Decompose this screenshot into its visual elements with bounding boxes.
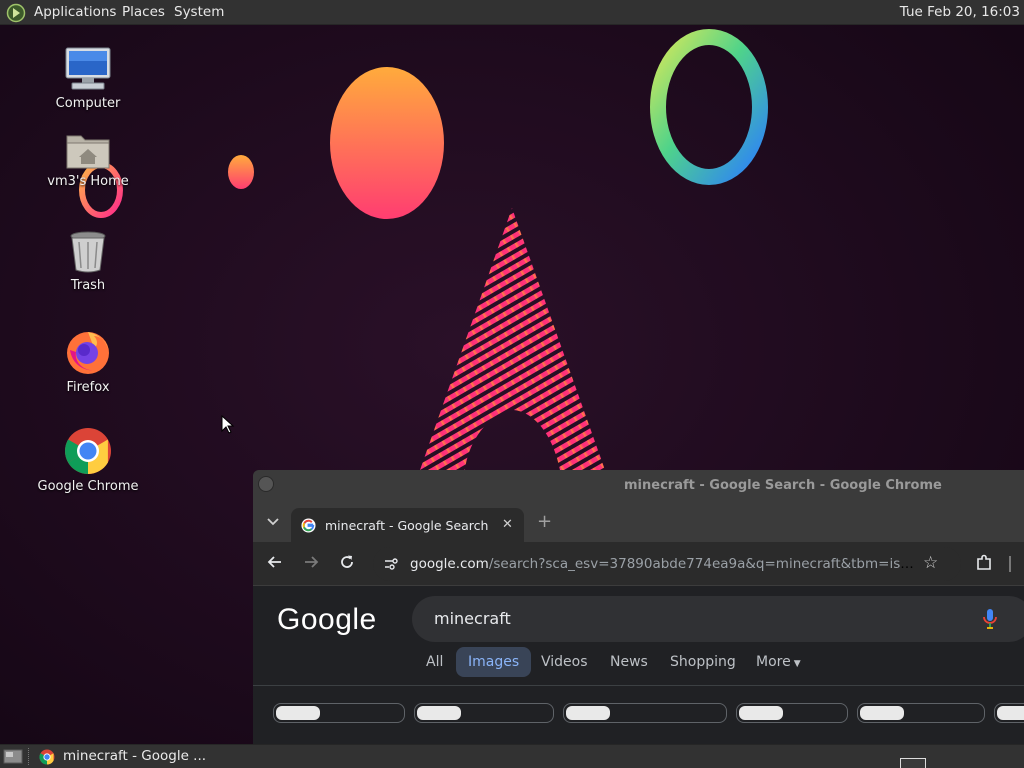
desktop-icon-trash[interactable]: Trash xyxy=(33,230,143,293)
home-folder-icon xyxy=(66,135,110,169)
address-bar[interactable]: google.com/search?sca_esv=37890abde774ea… xyxy=(373,547,961,581)
show-desktop-icon[interactable] xyxy=(3,749,23,764)
url-path: /search?sca_esv=37890abde774ea9a&q=minec… xyxy=(488,556,915,572)
desktop-icon-computer[interactable]: Computer xyxy=(33,46,143,111)
page-content: Google minecraft All Images Videos News … xyxy=(253,587,1024,744)
forward-arrow-icon[interactable] xyxy=(301,554,321,574)
toolbar-divider xyxy=(1009,556,1011,572)
tab-close-icon[interactable]: ✕ xyxy=(502,517,513,532)
workspace-switcher[interactable] xyxy=(900,758,926,768)
related-chip[interactable] xyxy=(414,703,554,723)
chip-thumbnail xyxy=(417,706,461,720)
search-tab-more[interactable]: More ▼ xyxy=(756,647,801,677)
google-logo[interactable]: Google xyxy=(277,603,377,637)
bookmark-star-icon[interactable]: ☆ xyxy=(923,553,938,573)
browser-toolbar: google.com/search?sca_esv=37890abde774ea… xyxy=(253,542,1024,586)
desktop-icon-label: vm3's Home xyxy=(47,174,129,189)
url-text[interactable]: google.com/search?sca_esv=37890abde774ea… xyxy=(410,556,915,572)
google-favicon-icon xyxy=(301,518,316,533)
related-chip[interactable] xyxy=(857,703,985,723)
system-menu[interactable]: System xyxy=(174,4,224,20)
back-arrow-icon[interactable] xyxy=(265,554,285,574)
chrome-window[interactable]: minecraft - Google Search - Google Chrom… xyxy=(253,470,1024,744)
caret-down-icon: ▼ xyxy=(793,659,801,669)
desktop-icon-firefox[interactable]: Firefox xyxy=(33,328,143,395)
panel-separator xyxy=(28,748,30,765)
related-chip[interactable] xyxy=(994,703,1024,723)
chip-thumbnail xyxy=(276,706,320,720)
chip-thumbnail xyxy=(739,706,783,720)
taskbar-item-title: minecraft - Google ... xyxy=(63,748,207,764)
search-tab-images[interactable]: Images xyxy=(456,647,532,677)
related-chip[interactable] xyxy=(273,703,405,723)
chip-thumbnail xyxy=(566,706,610,720)
clock[interactable]: Tue Feb 20, 16:03 xyxy=(900,4,1020,20)
window-titlebar[interactable]: minecraft - Google Search - Google Chrom… xyxy=(253,470,1024,502)
tab-strip: minecraft - Google Search ✕ + xyxy=(253,502,1024,542)
top-panel: Applications Places System Tue Feb 20, 1… xyxy=(0,0,1024,25)
window-menu-button[interactable] xyxy=(258,476,274,492)
mouse-cursor-icon xyxy=(221,415,235,434)
chevron-down-icon xyxy=(267,518,279,526)
related-chip[interactable] xyxy=(563,703,727,723)
search-type-tabs: All Images Videos News Shopping More ▼ xyxy=(253,647,1024,681)
search-tab-more-label: More xyxy=(756,654,791,670)
chrome-icon xyxy=(65,428,111,474)
desktop-icon-home[interactable]: vm3's Home xyxy=(33,130,143,189)
chip-thumbnail xyxy=(997,706,1024,720)
computer-icon xyxy=(65,47,111,90)
url-host: google.com xyxy=(410,556,489,572)
new-tab-icon[interactable]: + xyxy=(537,511,552,532)
bottom-panel: minecraft - Google ... xyxy=(0,744,1024,768)
desktop-icon-label: Firefox xyxy=(66,380,110,395)
browser-tab[interactable]: minecraft - Google Search ✕ xyxy=(291,508,524,542)
related-chip[interactable] xyxy=(736,703,848,723)
search-tab-all[interactable]: All xyxy=(426,647,443,677)
distro-logo-icon[interactable] xyxy=(6,3,26,23)
desktop-icon-label: Google Chrome xyxy=(37,479,139,494)
trash-icon xyxy=(70,231,106,273)
search-header-divider xyxy=(253,685,1024,686)
desktop-icon-label: Trash xyxy=(70,278,106,293)
search-tab-news[interactable]: News xyxy=(610,647,648,677)
site-settings-icon[interactable] xyxy=(383,556,399,572)
extensions-icon[interactable] xyxy=(975,554,993,572)
firefox-icon xyxy=(67,332,109,374)
related-search-chips xyxy=(253,703,1024,723)
desktop-icon-chrome[interactable]: Google Chrome xyxy=(33,427,143,494)
window-title: minecraft - Google Search - Google Chrom… xyxy=(624,478,942,493)
tab-title: minecraft - Google Search xyxy=(325,518,489,533)
reload-icon[interactable] xyxy=(337,554,357,574)
search-tab-videos[interactable]: Videos xyxy=(541,647,588,677)
applications-menu[interactable]: Applications xyxy=(34,4,116,20)
chrome-icon xyxy=(39,749,55,765)
search-box[interactable]: minecraft xyxy=(412,596,1024,642)
search-query[interactable]: minecraft xyxy=(434,609,511,628)
microphone-icon[interactable] xyxy=(982,608,998,630)
search-tab-shopping[interactable]: Shopping xyxy=(670,647,736,677)
tab-search-button[interactable] xyxy=(263,512,283,532)
desktop-icon-label: Computer xyxy=(55,96,121,111)
chip-thumbnail xyxy=(860,706,904,720)
places-menu[interactable]: Places xyxy=(122,4,165,20)
